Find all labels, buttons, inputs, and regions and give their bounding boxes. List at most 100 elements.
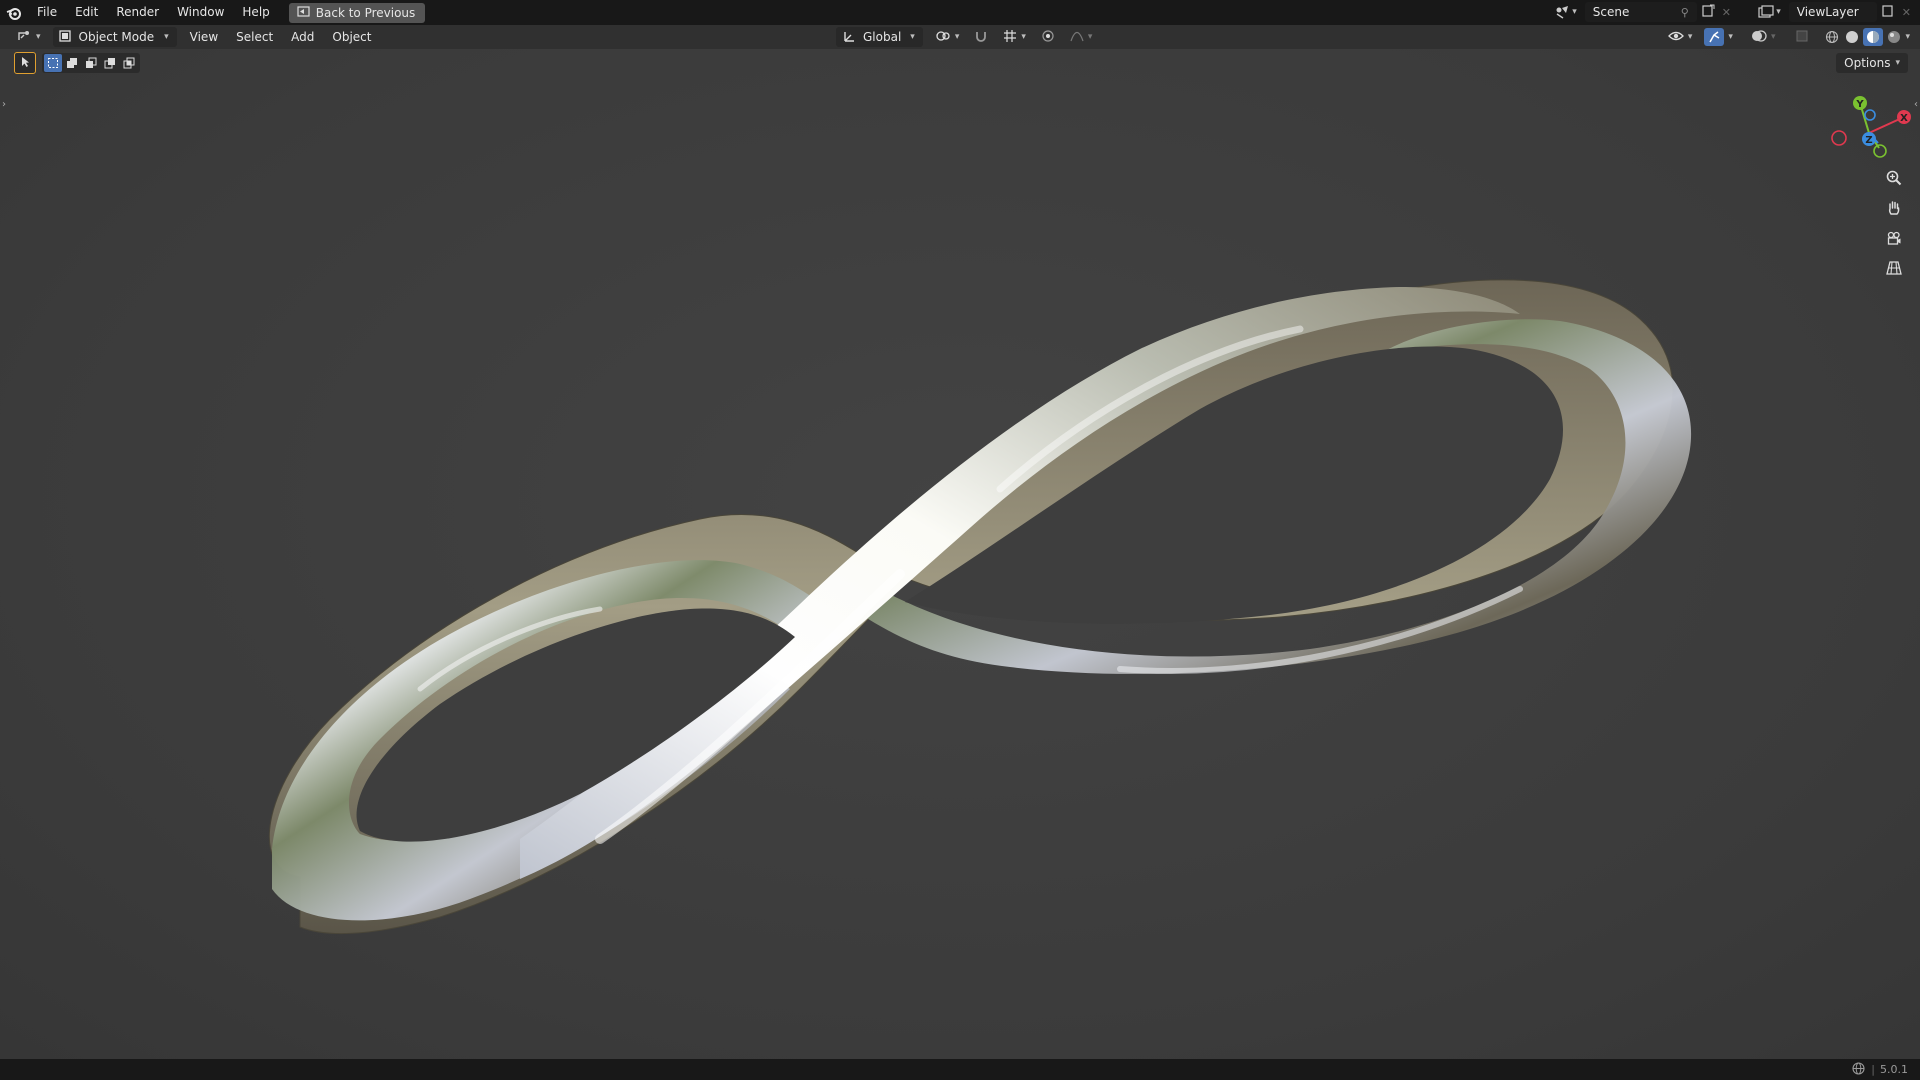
navigation-gizmo[interactable]: X Y Z	[1824, 93, 1914, 173]
back-to-previous-label: Back to Previous	[315, 5, 416, 20]
options-label: Options	[1844, 56, 1891, 70]
snap-toggle[interactable]	[971, 27, 991, 47]
cursor-icon	[19, 56, 31, 71]
menu-select[interactable]: Select	[227, 25, 282, 49]
gizmo-neg-z[interactable]	[1864, 109, 1876, 121]
menu-add[interactable]: Add	[282, 25, 323, 49]
back-to-previous-button[interactable]: Back to Previous	[288, 2, 426, 23]
gizmo-icon	[1704, 28, 1725, 46]
object-mode-label: Object Mode	[78, 30, 155, 44]
gizmo-x-label: X	[1900, 113, 1908, 124]
select-tool-button[interactable]	[14, 52, 36, 74]
shading-mode-group: ▾	[1823, 28, 1910, 46]
select-intersect-icon[interactable]	[120, 54, 138, 72]
camera-icon	[1886, 230, 1902, 249]
status-divider: |	[1871, 1063, 1875, 1076]
rendered-shading-icon[interactable]	[1885, 28, 1903, 46]
close-scene-icon[interactable]: ✕	[1719, 6, 1734, 19]
menu-file[interactable]: File	[28, 0, 66, 25]
viewlayer-name: ViewLayer	[1796, 5, 1859, 19]
network-icon[interactable]	[1852, 1061, 1865, 1078]
scene-name: Scene	[1592, 5, 1630, 19]
editor-type-button[interactable]: ▾	[10, 27, 47, 47]
gizmo-y-label: Y	[1855, 99, 1864, 110]
selection-mode-group	[42, 53, 140, 73]
pan-button[interactable]	[1880, 195, 1908, 223]
scene-selector-icon[interactable]: ▾	[1550, 5, 1581, 19]
overlay-icon	[1751, 29, 1767, 46]
viewlayer-name-field[interactable]: ViewLayer	[1788, 2, 1877, 22]
gizmo-neg-x[interactable]	[1831, 130, 1847, 146]
3d-viewport[interactable]: Options ▾ › ‹ X Y Z	[0, 49, 1920, 1059]
new-scene-icon[interactable]	[1701, 4, 1715, 21]
viewport-header: ▾ Object Mode ▾ View Select Add Object G…	[0, 25, 1920, 49]
visibility-icon	[1667, 29, 1684, 46]
chevron-down-icon: ▾	[1087, 32, 1093, 42]
snap-icon	[974, 29, 988, 46]
object-mode-dropdown[interactable]: Object Mode ▾	[52, 27, 177, 47]
object-visibility-dropdown[interactable]: ▾	[1662, 27, 1699, 47]
object-mode-icon	[58, 29, 71, 45]
zoom-button[interactable]	[1880, 165, 1908, 193]
editor-type-icon	[16, 29, 32, 46]
chevron-down-icon: ▾	[1895, 58, 1900, 68]
gizmo-toggle[interactable]: ▾	[1702, 27, 1735, 47]
menu-window[interactable]: Window	[168, 0, 233, 25]
sidebar-expand-icon[interactable]: ‹	[1914, 99, 1918, 110]
infinity-ring-object[interactable]	[0, 49, 1920, 1059]
select-subtract-icon[interactable]	[82, 54, 100, 72]
xray-toggle[interactable]	[1789, 27, 1815, 47]
new-viewlayer-icon[interactable]	[1881, 4, 1895, 21]
version-label: 5.0.1	[1880, 1063, 1908, 1076]
xray-icon	[1795, 29, 1809, 46]
close-viewlayer-icon[interactable]: ✕	[1899, 6, 1914, 19]
perspective-toggle-button[interactable]	[1880, 255, 1908, 283]
transform-orientation-icon	[842, 29, 856, 46]
gizmo-z-label: Z	[1865, 135, 1872, 146]
grid-icon	[1886, 260, 1902, 279]
select-new-icon[interactable]	[44, 54, 62, 72]
wireframe-shading-icon[interactable]	[1823, 28, 1841, 46]
camera-view-button[interactable]	[1880, 225, 1908, 253]
scene-name-field[interactable]: Scene ⚲	[1584, 2, 1697, 22]
transform-orientation-label: Global	[863, 30, 902, 44]
pin-icon[interactable]: ⚲	[1681, 6, 1689, 19]
menu-render[interactable]: Render	[107, 0, 168, 25]
overlay-toggle[interactable]: ▾	[1745, 27, 1782, 47]
chevron-down-icon: ▾	[910, 32, 915, 42]
top-bar: File Edit Render Window Help Back to Pre…	[0, 0, 1920, 25]
chevron-down-icon: ▾	[1687, 32, 1693, 42]
viewlayer-selector-icon[interactable]: ▾	[1754, 5, 1785, 19]
proportional-falloff-dropdown[interactable]: ▾	[1064, 27, 1099, 47]
gizmo-neg-y[interactable]	[1873, 144, 1887, 158]
select-invert-icon[interactable]	[101, 54, 119, 72]
material-shading-icon[interactable]	[1863, 28, 1884, 46]
chevron-down-icon[interactable]: ▾	[1905, 32, 1910, 42]
chevron-down-icon: ▾	[1770, 32, 1776, 42]
chevron-down-icon: ▾	[954, 32, 960, 42]
solid-shading-icon[interactable]	[1843, 28, 1861, 46]
snap-target-dropdown[interactable]: ▾	[997, 27, 1032, 47]
toolbar-expand-icon[interactable]: ›	[2, 99, 6, 110]
back-icon	[297, 5, 310, 20]
transform-orientation-dropdown[interactable]: Global ▾	[836, 27, 923, 47]
proportional-editing-toggle[interactable]	[1038, 27, 1058, 47]
options-dropdown[interactable]: Options ▾	[1836, 53, 1908, 73]
menu-object[interactable]: Object	[323, 25, 380, 49]
menu-view[interactable]: View	[181, 25, 227, 49]
pan-hand-icon	[1886, 200, 1902, 219]
select-extend-icon[interactable]	[63, 54, 81, 72]
pivot-point-dropdown[interactable]: ▾	[929, 27, 966, 47]
proportional-icon	[1041, 29, 1055, 46]
blender-logo-icon[interactable]	[0, 6, 28, 20]
chevron-down-icon: ▾	[164, 32, 169, 42]
snap-grid-icon	[1003, 29, 1017, 46]
falloff-curve-icon	[1070, 30, 1084, 45]
menu-edit[interactable]: Edit	[66, 0, 107, 25]
chevron-down-icon: ▾	[1728, 32, 1733, 42]
zoom-icon	[1886, 170, 1902, 189]
status-bar: | 5.0.1	[0, 1059, 1920, 1080]
pivot-icon	[935, 29, 951, 46]
chevron-down-icon: ▾	[36, 32, 41, 42]
menu-help[interactable]: Help	[233, 0, 278, 25]
